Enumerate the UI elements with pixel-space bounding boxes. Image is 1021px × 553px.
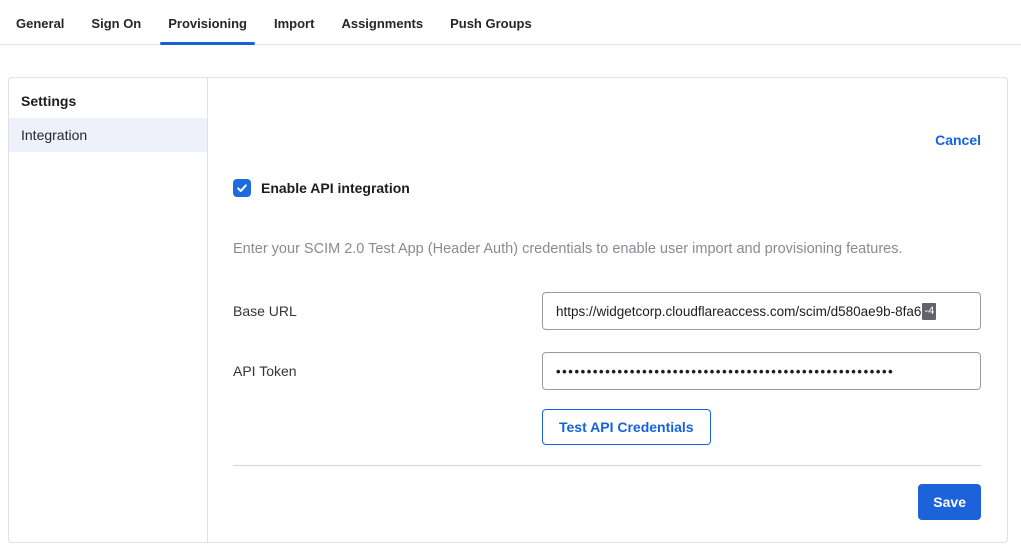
- api-token-label: API Token: [233, 363, 542, 379]
- api-token-masked-value: ••••••••••••••••••••••••••••••••••••••••…: [556, 364, 894, 379]
- save-button[interactable]: Save: [918, 484, 981, 520]
- api-token-input[interactable]: ••••••••••••••••••••••••••••••••••••••••…: [542, 352, 981, 390]
- test-credentials-row: Test API Credentials: [233, 409, 981, 445]
- cancel-row: Cancel: [233, 132, 981, 148]
- settings-sidebar: Settings Integration: [9, 78, 208, 542]
- provisioning-panel: Settings Integration Cancel Enable API i…: [8, 77, 1008, 543]
- cancel-link[interactable]: Cancel: [935, 132, 981, 148]
- base-url-label: Base URL: [233, 303, 542, 319]
- footer-divider: [233, 465, 981, 466]
- checkmark-icon: [236, 182, 248, 194]
- sidebar-heading-settings: Settings: [9, 84, 207, 118]
- credentials-description: Enter your SCIM 2.0 Test App (Header Aut…: [233, 241, 981, 257]
- base-url-row: Base URL https://widgetcorp.cloudflareac…: [233, 292, 981, 330]
- base-url-value: https://widgetcorp.cloudflareaccess.com/…: [556, 304, 921, 319]
- api-token-row: API Token ••••••••••••••••••••••••••••••…: [233, 352, 981, 390]
- tab-assignments[interactable]: Assignments: [333, 16, 431, 44]
- app-tab-bar: General Sign On Provisioning Import Assi…: [0, 0, 1021, 45]
- tab-import[interactable]: Import: [266, 16, 322, 44]
- save-row: Save: [233, 484, 981, 520]
- test-api-credentials-button[interactable]: Test API Credentials: [542, 409, 711, 445]
- tab-sign-on[interactable]: Sign On: [83, 16, 149, 44]
- enable-api-label: Enable API integration: [261, 180, 410, 196]
- enable-api-checkbox[interactable]: [233, 179, 251, 197]
- base-url-input[interactable]: https://widgetcorp.cloudflareaccess.com/…: [542, 292, 981, 330]
- tab-general[interactable]: General: [8, 16, 72, 44]
- tab-push-groups[interactable]: Push Groups: [442, 16, 540, 44]
- sidebar-item-integration[interactable]: Integration: [9, 118, 207, 152]
- tab-provisioning[interactable]: Provisioning: [160, 16, 255, 44]
- integration-settings-content: Cancel Enable API integration Enter your…: [208, 78, 1007, 542]
- enable-api-row: Enable API integration: [233, 179, 981, 197]
- base-url-selected-text: -4: [922, 303, 936, 320]
